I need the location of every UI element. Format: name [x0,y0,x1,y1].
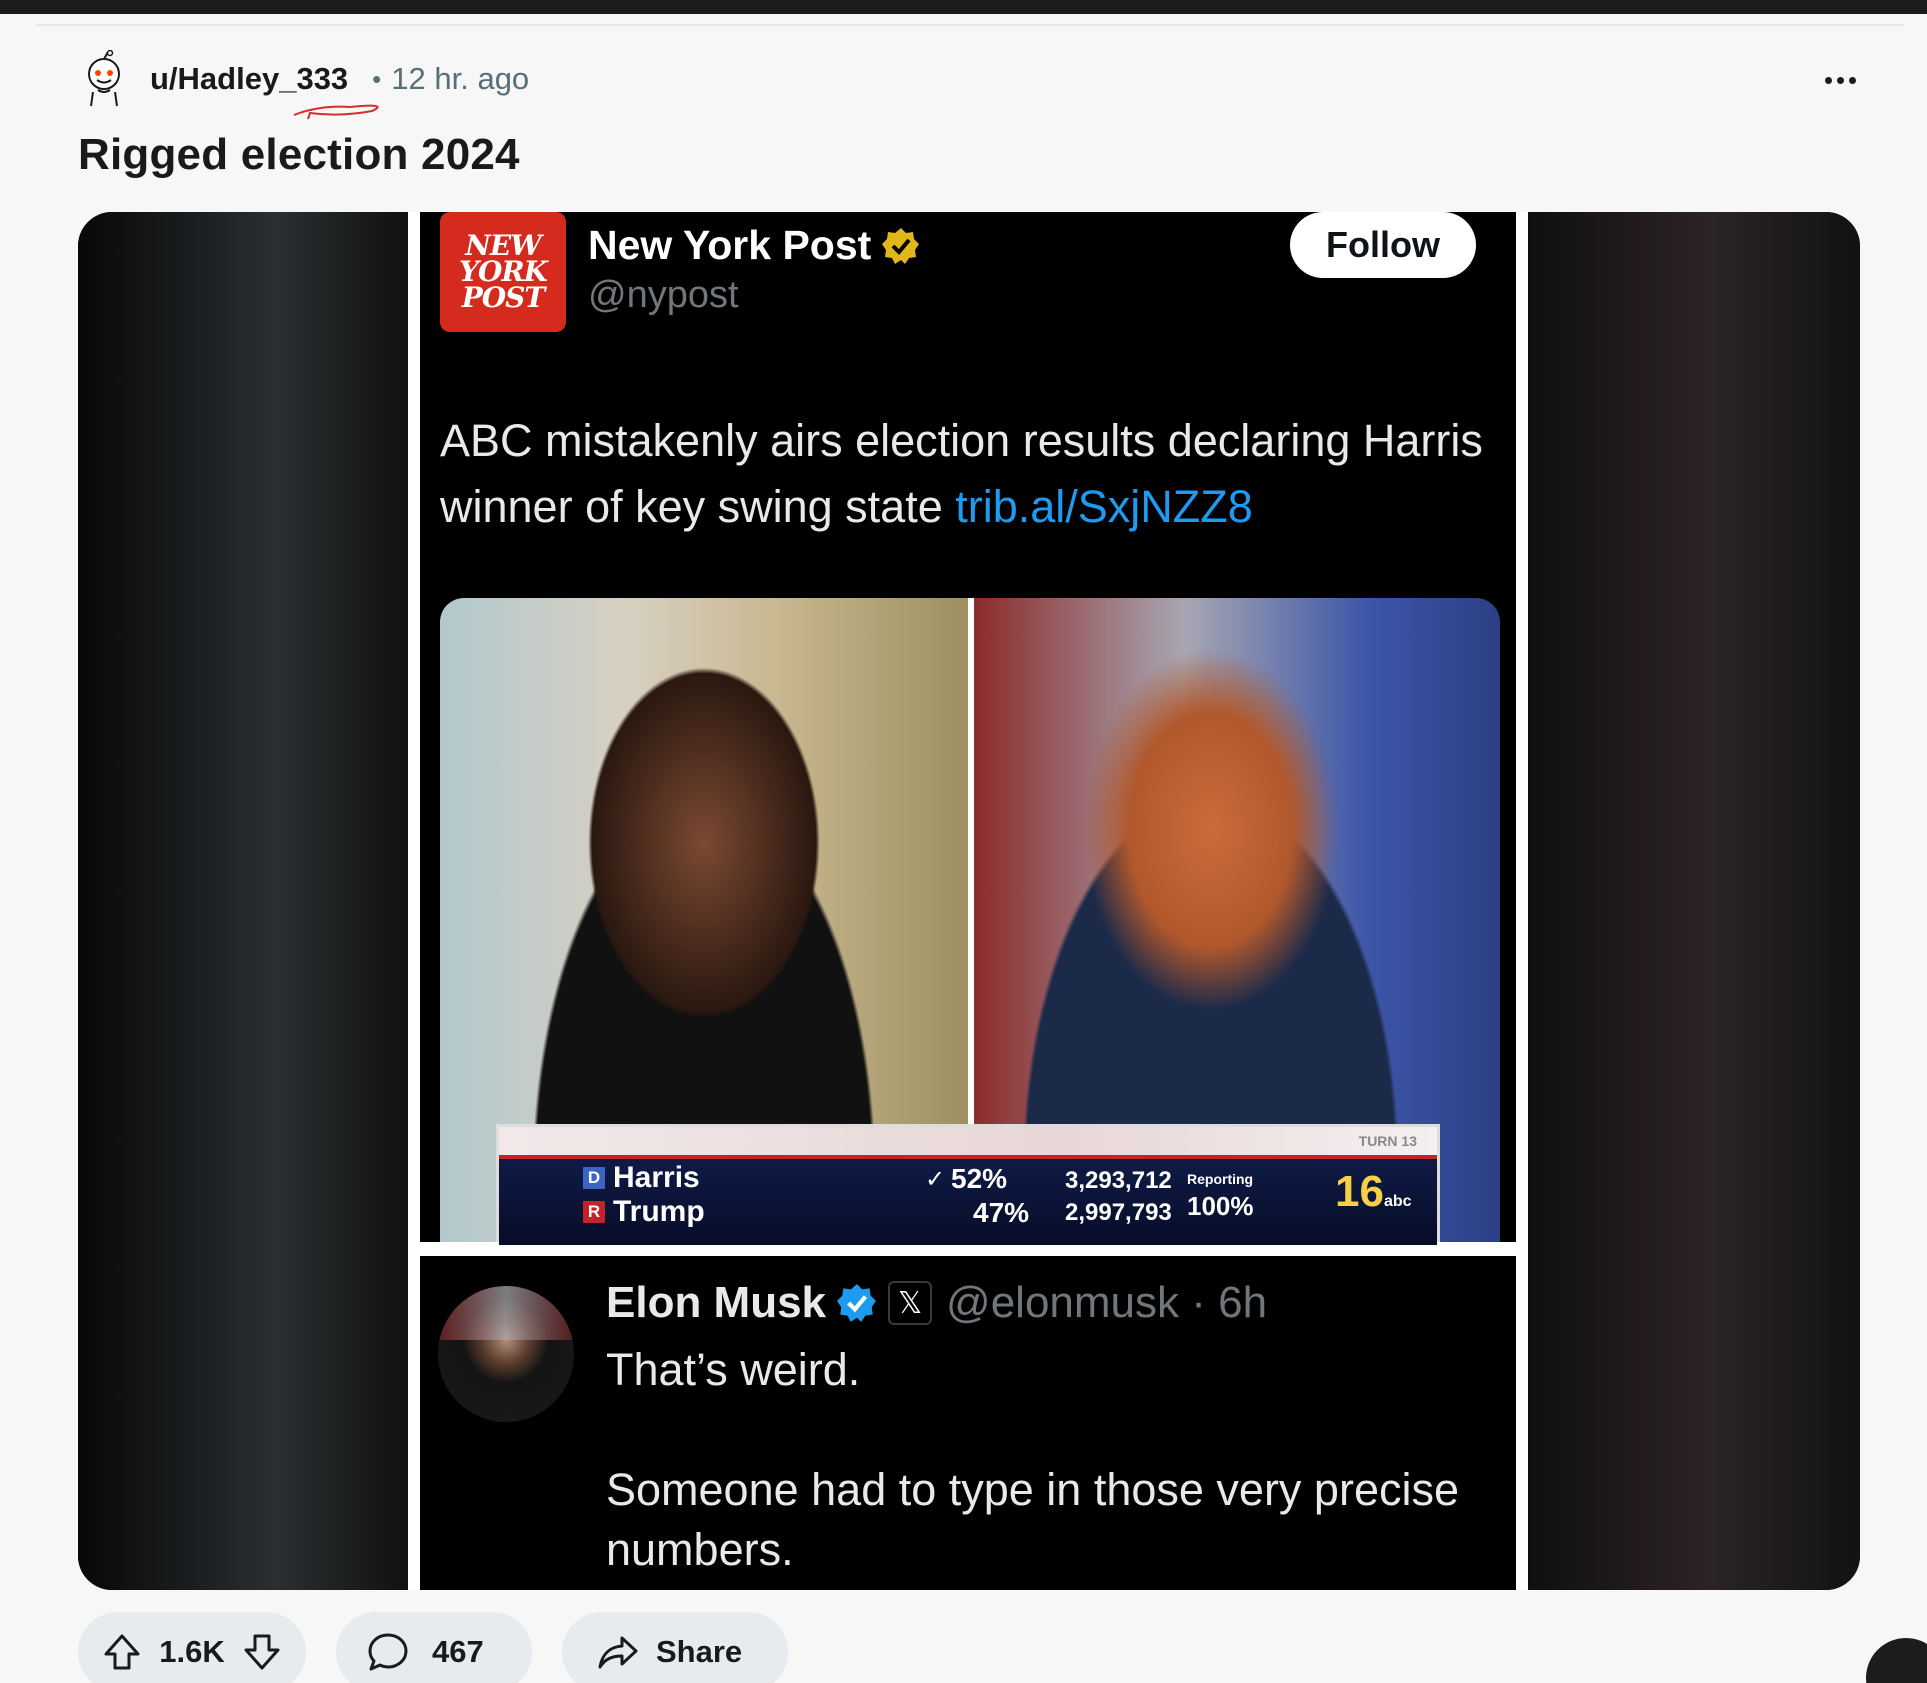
comments-button[interactable]: 467 [336,1612,532,1683]
tweet-account-handle: @nypost [588,274,739,316]
post-time: 12 hr. ago [391,61,530,96]
trump-percent: 47% [973,1197,1030,1228]
top-bar [0,0,1927,14]
tweet-account-name: New York Post [588,222,921,269]
vote-control: 1.6K [78,1612,306,1683]
nypost-logo: NEW YORK POST [440,212,566,332]
media-blur-left [78,212,408,1590]
red-scribble-annotation [293,104,379,120]
post-author-name[interactable]: u/Hadley_333 [150,61,348,96]
x-logo-icon: 𝕏 [888,1281,933,1325]
candidate-name: Harris [613,1161,700,1194]
tweet-text: ABC mistakenly airs election results dec… [440,408,1500,540]
results-header-strip [499,1127,1437,1155]
democrat-party-badge: D [583,1167,605,1189]
reply-header: Elon Musk 𝕏 @elonmusk · 6h [606,1278,1267,1328]
candidate-harris: D Harris [583,1161,700,1195]
comment-count: 467 [432,1634,484,1669]
post-media[interactable]: NEW YORK POST New York Post @nypost Foll… [78,212,1860,1590]
winner-check-icon: ✓ [925,1166,946,1193]
reply-handle: @elonmusk · 6h [946,1278,1268,1327]
divider [36,24,1904,26]
dot-icon [1848,76,1856,84]
more-options-button[interactable] [1818,60,1862,100]
upvote-icon[interactable] [100,1630,144,1674]
tweet-screenshot: NEW YORK POST New York Post @nypost Foll… [408,212,1528,1590]
vote-count: 1.6K [159,1634,225,1669]
post-header: u/Hadley_333 • 12 hr. ago [78,50,530,120]
harris-percent: 52% [951,1163,1008,1194]
downvote-icon[interactable] [240,1630,284,1674]
verified-blue-badge-icon [837,1284,876,1322]
reporting-label: Reporting [1187,1171,1254,1187]
logo-line: POST [461,281,546,314]
reply-text: That’s weird. Someone had to type in tho… [606,1344,1460,1575]
meta-separator: • [372,63,382,94]
reporting-value: 100% [1187,1191,1254,1221]
election-results-graphic: TURN 13 D Harris R Trump ✓ 52% 47% 3,293… [496,1124,1440,1245]
follow-button: Follow [1290,212,1476,278]
share-button[interactable]: Share [562,1612,788,1683]
comment-bubble-icon [368,1633,408,1671]
tweet-link: trib.al/SxjNZZ8 [955,481,1253,532]
channel-number: 16 [1335,1167,1384,1216]
trump-votes: 2,997,793 [1065,1199,1172,1226]
channel-logo: 16abc [1335,1167,1412,1217]
account-name-text: New York Post [588,222,872,268]
verified-gold-badge-icon [882,227,920,264]
share-label: Share [656,1634,743,1669]
post-title[interactable]: Rigged election 2024 [78,130,520,180]
candidate-name: Trump [613,1195,705,1228]
channel-name: abc [1383,1193,1412,1210]
reply-author-name: Elon Musk [606,1278,827,1327]
musk-avatar [438,1286,574,1422]
dot-icon [1836,76,1844,84]
media-blur-right [1528,212,1860,1590]
dot-icon [1824,76,1832,84]
candidate-trump: R Trump [583,1195,705,1229]
share-arrow-icon [598,1636,638,1669]
snoo-avatar-icon[interactable] [78,50,130,108]
floating-chat-button[interactable] [1866,1638,1927,1683]
results-turn-label: TURN 13 [1358,1133,1417,1149]
post-author-link[interactable]: u/Hadley_333 [150,61,379,120]
republican-party-badge: R [583,1201,605,1223]
musk-reply-panel: Elon Musk 𝕏 @elonmusk · 6h That’s weird.… [420,1256,1516,1590]
nypost-tweet-panel: NEW YORK POST New York Post @nypost Foll… [420,212,1516,1245]
post-action-bar: 1.6K 467 Share [78,1612,788,1683]
harris-votes: 3,293,712 [1065,1167,1172,1194]
